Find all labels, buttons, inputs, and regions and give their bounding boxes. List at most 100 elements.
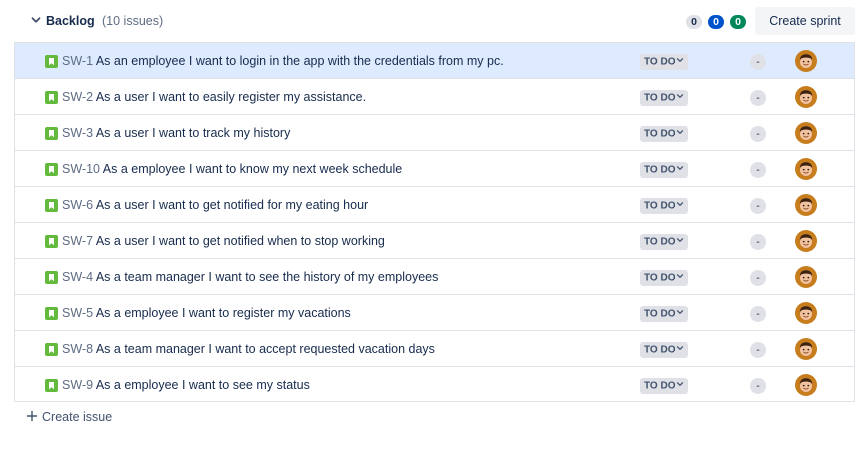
chevron-down-icon[interactable]	[30, 14, 42, 26]
issue-summary-text: As a employee I want to register my vaca…	[95, 306, 351, 320]
assignee-avatar[interactable]	[795, 338, 817, 360]
issue-key[interactable]: SW-9	[62, 378, 93, 392]
chevron-down-icon	[676, 198, 684, 214]
chevron-down-icon	[676, 162, 684, 178]
story-icon	[45, 271, 58, 284]
story-points-estimate[interactable]: -	[750, 342, 766, 358]
issue-key[interactable]: SW-1	[62, 54, 93, 68]
assignee-avatar[interactable]	[795, 86, 817, 108]
issue-row[interactable]: SW-10 As a employee I want to know my ne…	[15, 151, 854, 187]
story-points-estimate[interactable]: -	[750, 54, 766, 70]
issue-summary-text: As a employee I want to see my status	[95, 378, 310, 392]
assignee-avatar[interactable]	[795, 50, 817, 72]
issue-key[interactable]: SW-6	[62, 198, 93, 212]
story-icon	[45, 55, 58, 68]
story-points-estimate[interactable]: -	[750, 90, 766, 106]
issue-key[interactable]: SW-3	[62, 126, 93, 140]
issue-summary-text: As a team manager I want to see the hist…	[95, 270, 439, 284]
issue-key[interactable]: SW-7	[62, 234, 93, 248]
status-dropdown[interactable]: TO DO	[640, 234, 689, 250]
status-dropdown[interactable]: TO DO	[640, 270, 689, 286]
chevron-down-icon	[676, 126, 684, 142]
issue-summary-text: As a team manager I want to accept reque…	[95, 342, 435, 356]
issue-row[interactable]: SW-8 As a team manager I want to accept …	[15, 331, 854, 367]
story-icon	[45, 199, 58, 212]
status-dropdown[interactable]: TO DO	[640, 306, 689, 322]
assignee-avatar[interactable]	[795, 230, 817, 252]
story-icon	[45, 91, 58, 104]
story-icon	[45, 307, 58, 320]
issue-row[interactable]: SW-2 As a user I want to easily register…	[15, 79, 854, 115]
story-icon	[45, 379, 58, 392]
issue-summary-text: As an employee I want to login in the ap…	[95, 54, 504, 68]
issue-row[interactable]: SW-9 As a employee I want to see my stat…	[15, 367, 854, 403]
status-dropdown[interactable]: TO DO	[640, 342, 689, 358]
issue-summary[interactable]: SW-8 As a team manager I want to accept …	[62, 342, 435, 356]
issue-key[interactable]: SW-2	[62, 90, 93, 104]
issue-summary[interactable]: SW-10 As a employee I want to know my ne…	[62, 162, 402, 176]
issue-key[interactable]: SW-8	[62, 342, 93, 356]
issue-summary[interactable]: SW-5 As a employee I want to register my…	[62, 306, 351, 320]
assignee-avatar[interactable]	[795, 158, 817, 180]
status-label: TO DO	[644, 380, 676, 392]
status-label: TO DO	[644, 92, 676, 104]
status-dropdown[interactable]: TO DO	[640, 126, 689, 142]
issue-row[interactable]: SW-4 As a team manager I want to see the…	[15, 259, 854, 295]
assignee-avatar[interactable]	[795, 122, 817, 144]
assignee-avatar[interactable]	[795, 194, 817, 216]
story-points-estimate[interactable]: -	[750, 234, 766, 250]
create-sprint-button[interactable]: Create sprint	[755, 7, 855, 35]
todo-count-badge: 0	[686, 15, 702, 29]
status-dropdown[interactable]: TO DO	[640, 378, 689, 394]
status-dropdown[interactable]: TO DO	[640, 54, 689, 70]
chevron-down-icon	[676, 306, 684, 322]
issue-summary[interactable]: SW-1 As an employee I want to login in t…	[62, 54, 504, 68]
issue-summary-text: As a user I want to get notified for my …	[95, 198, 369, 212]
story-points-estimate[interactable]: -	[750, 306, 766, 322]
story-points-estimate[interactable]: -	[750, 126, 766, 142]
issue-key[interactable]: SW-10	[62, 162, 100, 176]
story-points-estimate[interactable]: -	[750, 270, 766, 286]
issue-row[interactable]: SW-6 As a user I want to get notified fo…	[15, 187, 854, 223]
story-points-estimate[interactable]: -	[750, 162, 766, 178]
issue-count: (10 issues)	[102, 14, 164, 28]
issue-summary[interactable]: SW-6 As a user I want to get notified fo…	[62, 198, 368, 212]
issue-summary[interactable]: SW-9 As a employee I want to see my stat…	[62, 378, 310, 392]
issue-row[interactable]: SW-7 As a user I want to get notified wh…	[15, 223, 854, 259]
chevron-down-icon	[676, 270, 684, 286]
issue-key[interactable]: SW-5	[62, 306, 93, 320]
in-progress-count-badge: 0	[708, 15, 724, 29]
story-points-estimate[interactable]: -	[750, 378, 766, 394]
backlog-header: Backlog (10 issues) 0 0 0 Create sprint	[0, 0, 863, 42]
story-icon	[45, 235, 58, 248]
status-label: TO DO	[644, 128, 676, 140]
story-points-estimate[interactable]: -	[750, 198, 766, 214]
status-label: TO DO	[644, 56, 676, 68]
status-dropdown[interactable]: TO DO	[640, 198, 689, 214]
assignee-avatar[interactable]	[795, 266, 817, 288]
issue-summary[interactable]: SW-4 As a team manager I want to see the…	[62, 270, 438, 284]
assignee-avatar[interactable]	[795, 374, 817, 396]
issue-summary-text: As a user I want to track my history	[95, 126, 291, 140]
issue-summary-text: As a user I want to get notified when to…	[95, 234, 385, 248]
chevron-down-icon	[676, 378, 684, 394]
status-label: TO DO	[644, 164, 676, 176]
issue-row[interactable]: SW-3 As a user I want to track my histor…	[15, 115, 854, 151]
assignee-avatar[interactable]	[795, 302, 817, 324]
chevron-down-icon	[676, 234, 684, 250]
issue-row[interactable]: SW-5 As a employee I want to register my…	[15, 295, 854, 331]
chevron-down-icon	[676, 342, 684, 358]
issue-row[interactable]: SW-1 As an employee I want to login in t…	[15, 43, 854, 79]
status-label: TO DO	[644, 236, 676, 248]
status-label: TO DO	[644, 200, 676, 212]
issue-summary[interactable]: SW-7 As a user I want to get notified wh…	[62, 234, 385, 248]
issue-summary[interactable]: SW-2 As a user I want to easily register…	[62, 90, 366, 104]
status-label: TO DO	[644, 272, 676, 284]
done-count-badge: 0	[730, 15, 746, 29]
issue-summary[interactable]: SW-3 As a user I want to track my histor…	[62, 126, 290, 140]
status-dropdown[interactable]: TO DO	[640, 162, 689, 178]
chevron-down-icon	[676, 54, 684, 70]
create-issue-button[interactable]: Create issue	[26, 410, 112, 430]
issue-key[interactable]: SW-4	[62, 270, 93, 284]
status-dropdown[interactable]: TO DO	[640, 90, 689, 106]
